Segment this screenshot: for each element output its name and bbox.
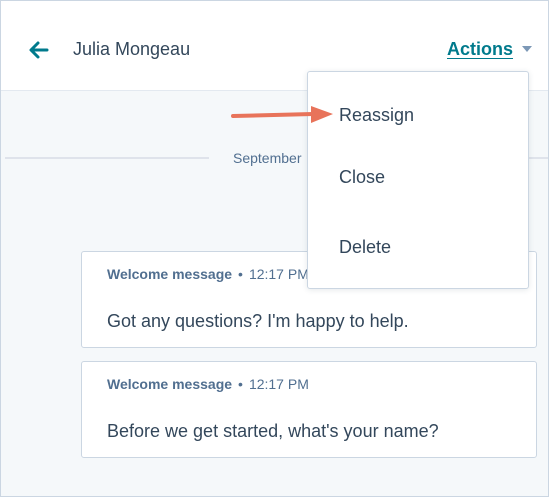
back-button[interactable] (25, 37, 53, 63)
arrow-right-icon (231, 106, 333, 123)
arrow-left-icon (29, 41, 49, 59)
menu-item-close[interactable]: Close (339, 165, 385, 189)
conversation-panel: Julia Mongeau Actions September Welcome … (0, 0, 549, 497)
actions-menu: Reassign Close Delete (307, 71, 529, 289)
message-text: Got any questions? I'm happy to help. (107, 311, 409, 331)
contact-name: Julia Mongeau (73, 39, 191, 59)
date-label: September (233, 150, 302, 166)
message-meta: Welcome message • 12:17 PM (107, 375, 309, 393)
divider-line-left (5, 157, 209, 159)
meta-separator: • (238, 266, 243, 282)
message-text: Before we get started, what's your name? (107, 421, 439, 441)
message-time: 12:17 PM (248, 266, 309, 282)
caret-down-icon (522, 46, 533, 52)
actions-dropdown-button[interactable]: Actions (447, 37, 533, 61)
menu-item-reassign[interactable]: Reassign (339, 103, 414, 127)
actions-label: Actions (447, 39, 514, 59)
message-time: 12:17 PM (248, 376, 309, 392)
message-bubble: Welcome message • 12:17 PM Before we get s… (81, 361, 537, 458)
meta-separator: • (238, 376, 243, 392)
message-sender: Welcome message (107, 376, 233, 392)
message-meta: Welcome message • 12:17 PM (107, 265, 309, 283)
menu-item-delete[interactable]: Delete (339, 235, 391, 259)
message-sender: Welcome message (107, 266, 233, 282)
